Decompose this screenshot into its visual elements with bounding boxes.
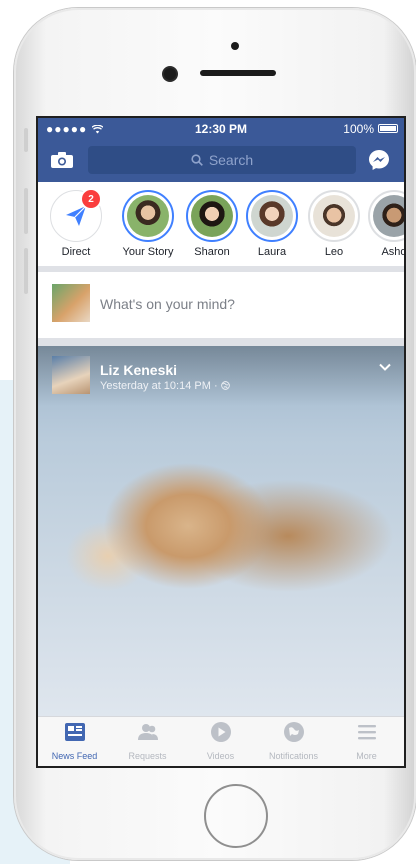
tab-requests[interactable]: Requests <box>111 721 184 761</box>
avatar <box>52 284 90 322</box>
top-nav-bar: ●●●●● 12:30 PM 100% Search <box>38 118 404 182</box>
front-camera <box>164 68 176 80</box>
stories-tray: 2 Direct Your Story Sharon Laura Leo Ash… <box>38 182 404 266</box>
story-label: Leo <box>324 246 344 258</box>
story-label: Your Story <box>122 246 174 258</box>
post-author-avatar[interactable] <box>52 356 90 394</box>
story-label: Sharon <box>194 246 230 258</box>
camera-icon[interactable] <box>51 152 73 168</box>
tab-videos[interactable]: Videos <box>184 721 257 761</box>
app-screen: ●●●●● 12:30 PM 100% Search 2 Direct Your… <box>38 118 404 766</box>
story-ring <box>308 190 360 242</box>
post-timestamp: Yesterday at 10:14 PM · <box>100 380 230 392</box>
battery-percent: 100% <box>343 122 374 136</box>
story-ring <box>122 190 174 242</box>
tab-label: More <box>356 751 377 761</box>
tab-label: Videos <box>206 751 235 761</box>
notification-badge: 2 <box>80 188 102 210</box>
story-laura[interactable]: Laura <box>242 190 302 258</box>
avatar <box>127 195 169 237</box>
volume-down-button <box>24 248 28 294</box>
story-label: Asho <box>381 246 404 258</box>
search-placeholder: Search <box>208 152 254 168</box>
requests-icon <box>137 724 158 740</box>
tab-label: News Feed <box>51 751 98 761</box>
avatar <box>373 195 404 237</box>
messenger-icon[interactable] <box>368 149 390 171</box>
story-ring <box>186 190 238 242</box>
globe-icon <box>220 381 230 390</box>
status-composer[interactable]: What's on your mind? <box>38 272 404 338</box>
feed-post: Liz Keneski Yesterday at 10:14 PM · <box>38 346 404 716</box>
chevron-down-icon[interactable] <box>378 360 392 374</box>
post-author-name[interactable]: Liz Keneski <box>100 362 177 378</box>
notifications-icon <box>283 722 304 742</box>
story-sharon[interactable]: Sharon <box>182 190 242 258</box>
post-header-shade <box>38 346 404 406</box>
avatar <box>313 195 355 237</box>
mute-switch <box>24 128 28 152</box>
story-label: Direct <box>61 246 91 258</box>
search-input[interactable]: Search <box>88 146 356 174</box>
story-leo[interactable]: Leo <box>304 190 364 258</box>
section-divider <box>38 338 404 346</box>
volume-up-button <box>24 188 28 234</box>
more-icon <box>357 725 376 740</box>
avatar <box>251 195 293 237</box>
battery-icon <box>378 124 398 133</box>
story-ring <box>368 190 404 242</box>
tab-notifications[interactable]: Notifications <box>257 721 330 761</box>
search-icon <box>191 154 203 166</box>
tab-label: Notifications <box>268 751 319 761</box>
story-ring <box>246 190 298 242</box>
post-time-text: Yesterday at 10:14 PM · <box>100 380 221 392</box>
videos-icon <box>210 722 231 742</box>
story-your-story[interactable]: Your Story <box>118 190 178 258</box>
proximity-sensor <box>231 42 239 50</box>
home-button[interactable] <box>204 784 268 848</box>
composer-prompt: What's on your mind? <box>100 296 235 312</box>
tab-news-feed[interactable]: News Feed <box>38 721 111 761</box>
news-feed-icon <box>64 723 85 741</box>
tab-more[interactable]: More <box>330 721 403 761</box>
story-direct[interactable]: 2 Direct <box>46 188 106 258</box>
story-label: Laura <box>257 246 287 258</box>
status-bar: ●●●●● 12:30 PM 100% <box>38 118 404 140</box>
story-asho[interactable]: Asho <box>364 190 404 258</box>
bottom-tab-bar: News Feed Requests Videos Notifications … <box>38 716 404 766</box>
earpiece-speaker <box>200 70 276 76</box>
tab-label: Requests <box>128 751 167 761</box>
avatar <box>191 195 233 237</box>
